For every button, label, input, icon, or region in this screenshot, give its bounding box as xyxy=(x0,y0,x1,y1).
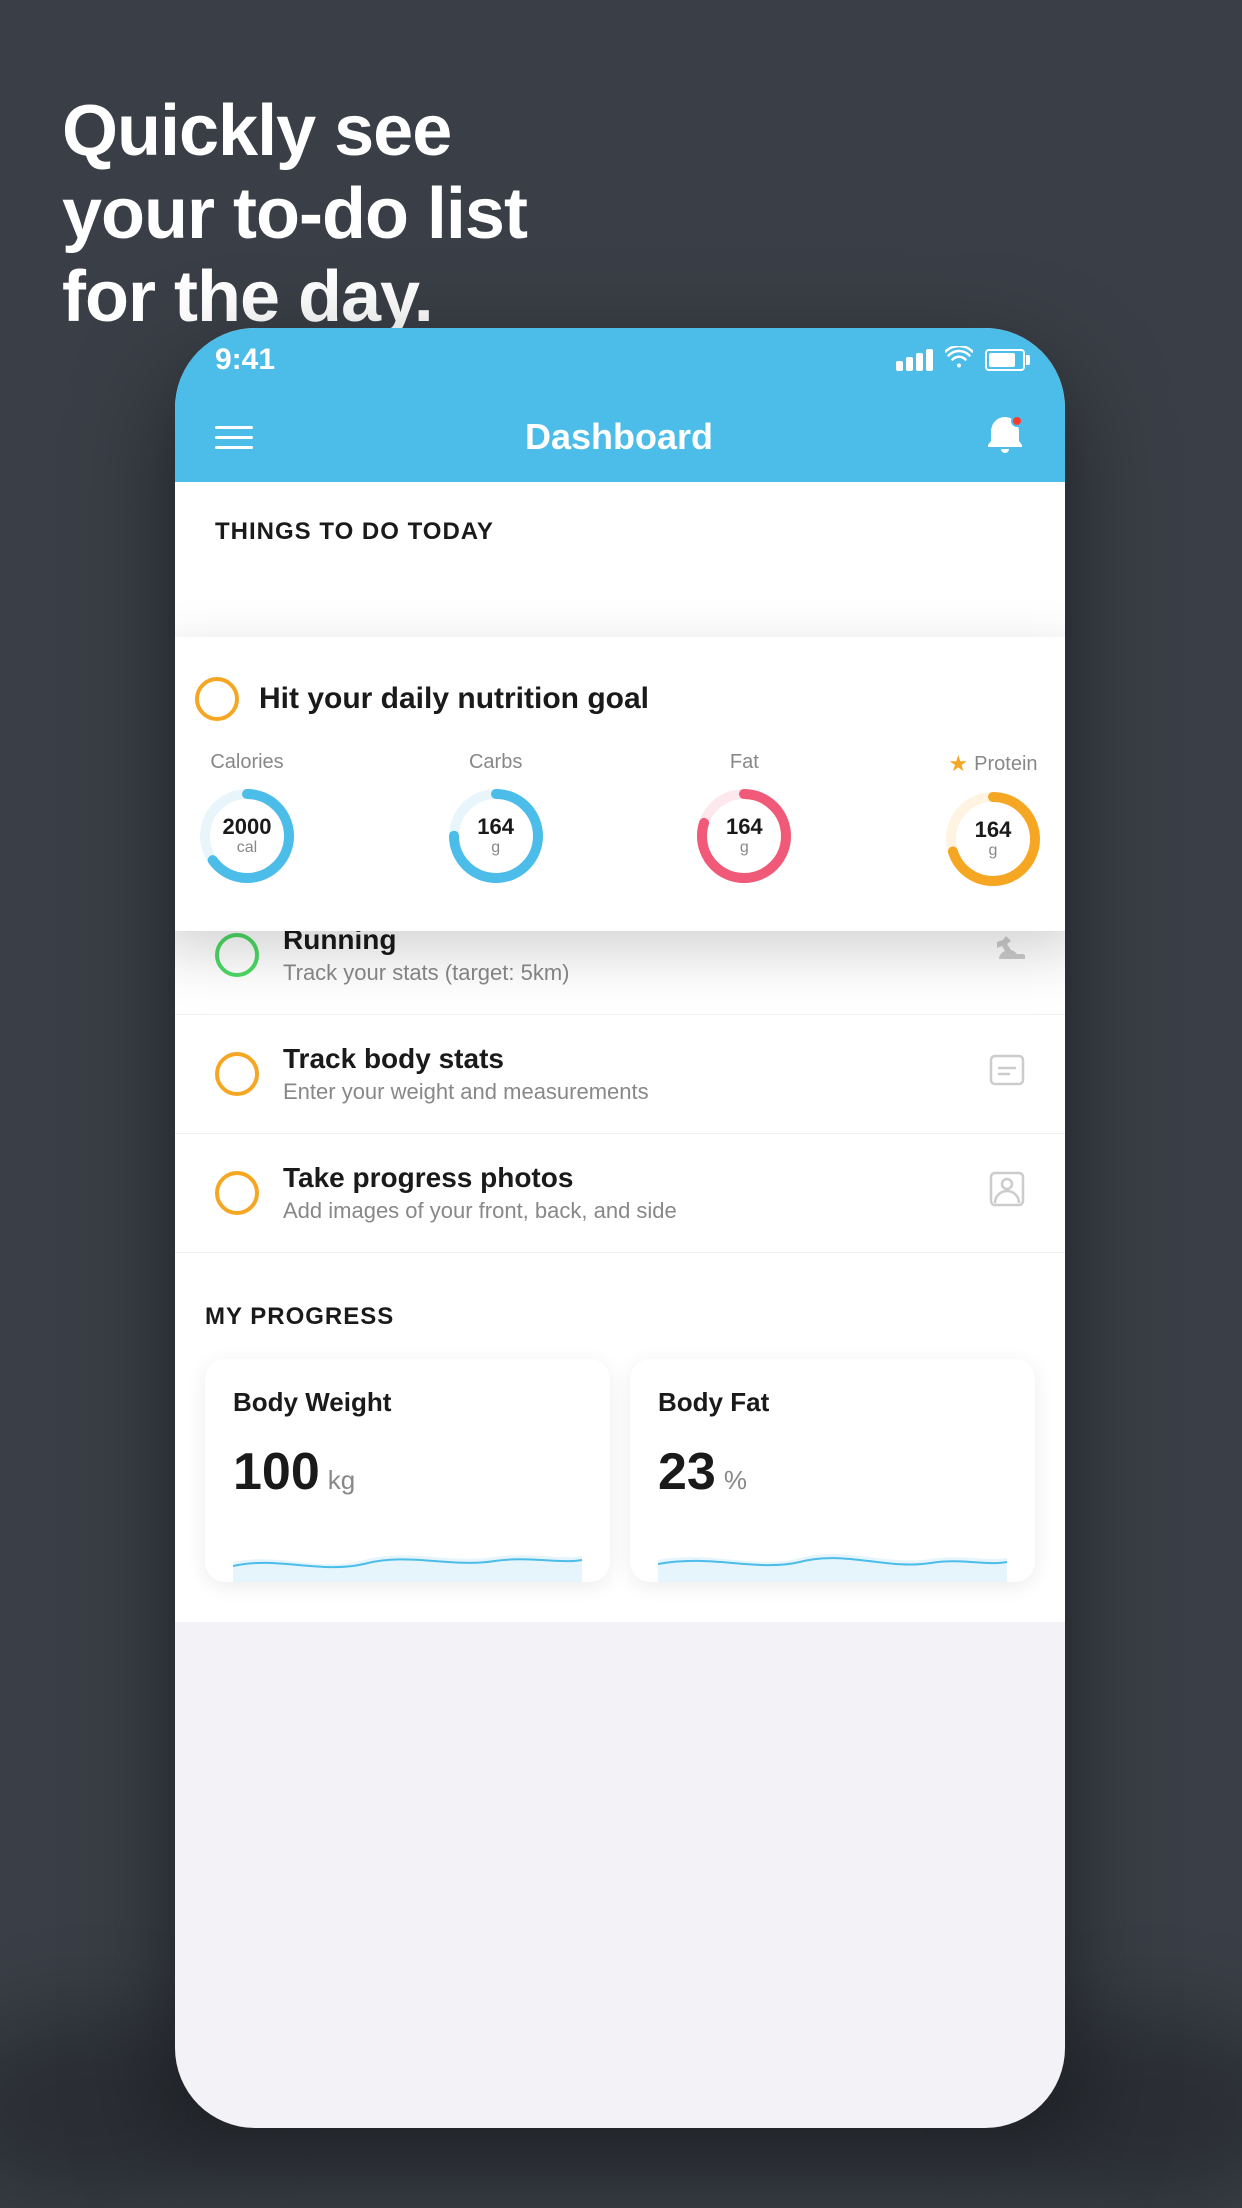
fat-donut: 164 g xyxy=(692,784,796,888)
protein-donut: 164 g xyxy=(941,787,1045,891)
progress-section: MY PROGRESS Body Weight 100 kg xyxy=(175,1253,1065,1622)
wifi-icon xyxy=(945,346,973,375)
status-icons xyxy=(896,346,1025,375)
person-icon xyxy=(989,1171,1025,1216)
body-weight-title: Body Weight xyxy=(233,1387,582,1418)
scale-icon xyxy=(989,1052,1025,1097)
task-progress-photos[interactable]: Take progress photos Add images of your … xyxy=(175,1134,1065,1253)
fat-value: 164 xyxy=(726,815,763,839)
fat-unit: g xyxy=(726,839,763,857)
phone-mockup: 9:41 Dashboard xyxy=(175,328,1065,2128)
nutrition-fat: Fat 164 g xyxy=(692,751,796,888)
nav-title: Dashboard xyxy=(525,416,713,458)
calories-value: 2000 xyxy=(223,815,272,839)
signal-icon xyxy=(896,349,933,371)
progress-photos-desc: Add images of your front, back, and side xyxy=(283,1198,965,1224)
body-fat-unit: % xyxy=(724,1465,747,1496)
notification-button[interactable] xyxy=(985,413,1025,462)
running-desc: Track your stats (target: 5km) xyxy=(283,960,965,986)
nav-bar: Dashboard xyxy=(175,392,1065,482)
things-to-do-header: THINGS TO DO TODAY xyxy=(175,482,1065,566)
nutrition-calories: Calories 2000 cal xyxy=(195,751,299,888)
body-weight-card: Body Weight 100 kg xyxy=(205,1359,610,1582)
progress-photos-name: Take progress photos xyxy=(283,1162,965,1194)
running-text: Running Track your stats (target: 5km) xyxy=(283,924,965,986)
nutrition-protein: ★ Protein 164 g xyxy=(941,751,1045,891)
protein-value: 164 xyxy=(975,818,1012,842)
body-fat-card: Body Fat 23 % xyxy=(630,1359,1035,1582)
nutrition-circle-check xyxy=(195,677,239,721)
calories-unit: cal xyxy=(223,839,272,857)
running-icon xyxy=(989,936,1025,975)
protein-star-icon: ★ xyxy=(948,751,968,777)
carbs-value: 164 xyxy=(477,815,514,839)
progress-header: MY PROGRESS xyxy=(205,1303,1035,1331)
status-time: 9:41 xyxy=(215,343,275,377)
battery-icon xyxy=(985,349,1025,371)
body-stats-circle xyxy=(215,1052,259,1096)
progress-photos-circle xyxy=(215,1171,259,1215)
calories-label: Calories xyxy=(210,751,283,774)
nutrition-carbs: Carbs 164 g xyxy=(444,751,548,888)
notification-badge xyxy=(1011,415,1023,427)
protein-label: Protein xyxy=(974,753,1037,776)
body-fat-wave xyxy=(658,1522,1007,1582)
carbs-unit: g xyxy=(477,839,514,857)
nutrition-card-title: Hit your daily nutrition goal xyxy=(259,682,649,716)
body-stats-text: Track body stats Enter your weight and m… xyxy=(283,1043,965,1105)
progress-photos-text: Take progress photos Add images of your … xyxy=(283,1162,965,1224)
body-stats-desc: Enter your weight and measurements xyxy=(283,1079,965,1105)
app-content: THINGS TO DO TODAY Hit your daily nutrit… xyxy=(175,482,1065,1622)
body-weight-wave xyxy=(233,1522,582,1582)
status-bar: 9:41 xyxy=(175,328,1065,392)
headline: Quickly see your to-do list for the day. xyxy=(62,90,527,338)
body-weight-unit: kg xyxy=(328,1465,355,1496)
protein-unit: g xyxy=(975,842,1012,860)
task-list: Running Track your stats (target: 5km) T… xyxy=(175,896,1065,1253)
task-body-stats[interactable]: Track body stats Enter your weight and m… xyxy=(175,1015,1065,1134)
nutrition-card: Hit your daily nutrition goal Calories 2… xyxy=(175,637,1065,931)
body-stats-name: Track body stats xyxy=(283,1043,965,1075)
progress-cards: Body Weight 100 kg Body Fat xyxy=(205,1359,1035,1582)
body-fat-title: Body Fat xyxy=(658,1387,1007,1418)
calories-donut: 2000 cal xyxy=(195,784,299,888)
carbs-label: Carbs xyxy=(469,751,522,774)
carbs-donut: 164 g xyxy=(444,784,548,888)
body-fat-value: 23 xyxy=(658,1442,716,1502)
nutrition-row: Calories 2000 cal Carbs xyxy=(195,751,1045,891)
fat-label: Fat xyxy=(730,751,759,774)
menu-button[interactable] xyxy=(215,426,253,449)
running-circle xyxy=(215,933,259,977)
body-weight-value: 100 xyxy=(233,1442,320,1502)
